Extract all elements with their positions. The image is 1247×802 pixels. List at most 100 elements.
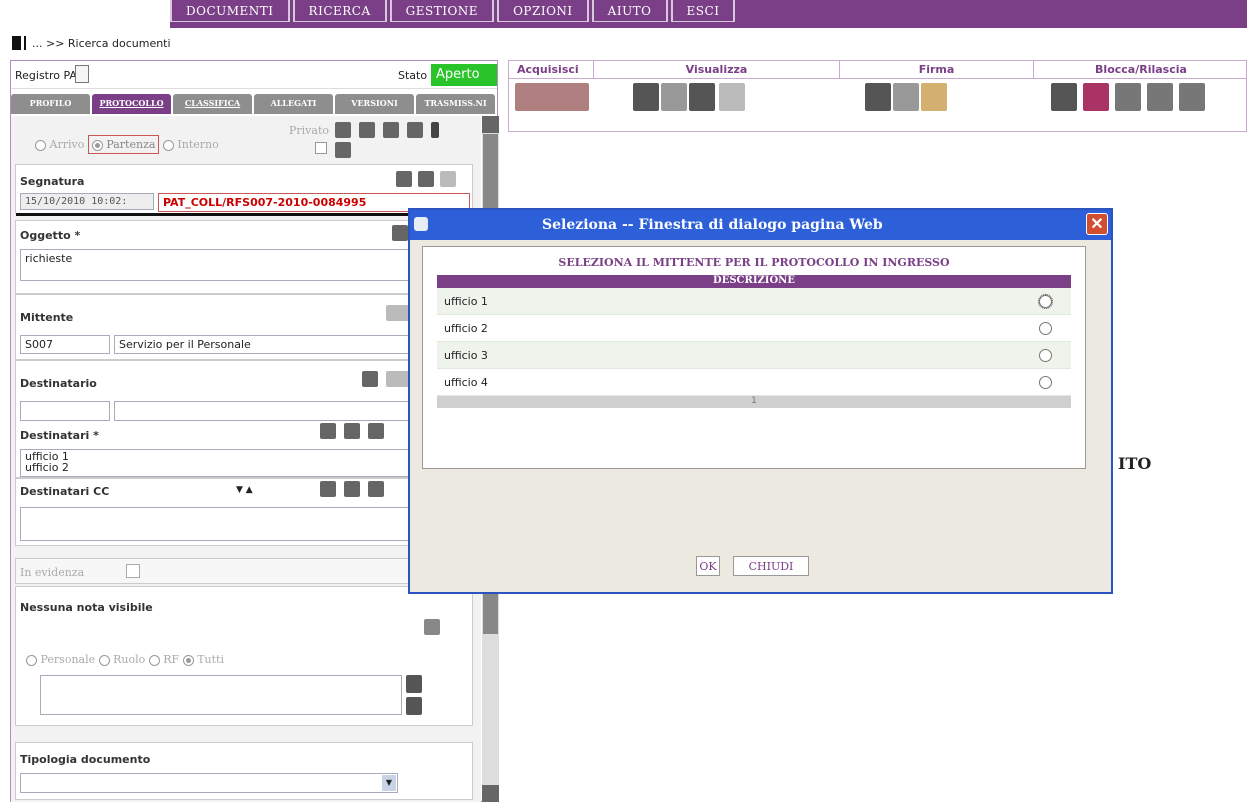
sender-table: DESCRIZIONE ufficio 1 ufficio 2 ufficio …: [437, 275, 1071, 408]
close-icon[interactable]: ✕: [1086, 213, 1108, 235]
scan-icon[interactable]: [515, 83, 589, 111]
radio-arrivo[interactable]: [35, 139, 46, 151]
row-label: ufficio 1: [444, 295, 488, 308]
ok-button[interactable]: OK: [696, 556, 720, 576]
note-textarea[interactable]: [40, 675, 402, 715]
view-icon[interactable]: [633, 83, 659, 111]
table-row[interactable]: ufficio 4: [437, 369, 1071, 396]
destinatario-section: Destinatario Destinatari * ufficio 1 uff…: [15, 360, 473, 478]
dialog-title: Seleziona -- Finestra di dialogo pagina …: [542, 217, 883, 233]
printer-icon[interactable]: [362, 371, 378, 387]
people-icon[interactable]: [320, 481, 336, 497]
radio-partenza[interactable]: [91, 139, 103, 151]
tab-profilo[interactable]: PROFILO: [11, 94, 90, 114]
tab-allegati[interactable]: ALLEGATI: [254, 94, 333, 114]
notes-icon[interactable]: [368, 481, 384, 497]
scope-tutti-label: Tutti: [197, 653, 224, 666]
binary-view-icon[interactable]: [689, 83, 715, 111]
tab-bar: PROFILO PROTOCOLLO CLASSIFICA ALLEGATI V…: [11, 94, 497, 114]
pagination[interactable]: 1: [437, 396, 1071, 408]
close-button[interactable]: CHIUDI: [733, 556, 809, 576]
table-row[interactable]: ufficio 2: [437, 315, 1071, 342]
radio-tutti[interactable]: [182, 654, 194, 666]
document-icon[interactable]: [75, 65, 89, 83]
tab-trasmissioni[interactable]: TRASMISS.NI: [416, 94, 495, 114]
menu-gestione[interactable]: GESTIONE: [389, 0, 495, 22]
users-icon[interactable]: [335, 122, 351, 138]
menu-aiuto[interactable]: AIUTO: [591, 0, 668, 22]
menu-documenti[interactable]: DOCUMENTI: [170, 0, 290, 22]
scroll-up-icon[interactable]: [406, 675, 422, 693]
menu-ricerca[interactable]: RICERCA: [292, 0, 387, 22]
notes-icon[interactable]: [424, 619, 440, 635]
collapse-panel-icon[interactable]: [12, 36, 26, 50]
scope-personale-label: Personale: [40, 653, 96, 666]
row-radio[interactable]: [1039, 322, 1052, 335]
segnatura-label: Segnatura: [20, 175, 85, 188]
table-row[interactable]: ufficio 3: [437, 342, 1071, 369]
destinatari-list[interactable]: ufficio 1 ufficio 2: [20, 449, 470, 477]
menu-opzioni[interactable]: OPZIONI: [497, 0, 589, 22]
background-text: ITO: [1118, 454, 1152, 473]
row-radio[interactable]: [1039, 376, 1052, 389]
group-icon[interactable]: [335, 142, 351, 158]
confirm-icon[interactable]: [1179, 83, 1205, 111]
preview-icon[interactable]: [661, 83, 687, 111]
at-icon[interactable]: [344, 423, 360, 439]
private-checkbox[interactable]: [315, 142, 327, 154]
at-icon[interactable]: [344, 481, 360, 497]
smartcard-icon[interactable]: [921, 83, 947, 111]
radio-ruolo[interactable]: [98, 654, 110, 666]
lock-icon[interactable]: [1051, 83, 1077, 111]
notes-icon[interactable]: [392, 225, 408, 241]
list-item[interactable]: ufficio 1: [25, 451, 465, 462]
destinatario-code[interactable]: [20, 401, 110, 421]
row-radio[interactable]: [1038, 294, 1053, 309]
mittente-section: Mittente S007 Servizio per il Personale: [15, 294, 473, 360]
tipologia-select[interactable]: [20, 773, 398, 793]
sign-icon[interactable]: [865, 83, 891, 111]
tab-protocollo[interactable]: PROTOCOLLO: [92, 94, 171, 114]
history-icon[interactable]: [719, 83, 745, 111]
copy-icon[interactable]: [418, 171, 434, 187]
tab-classifica[interactable]: CLASSIFICA: [173, 94, 252, 114]
envelope-icon[interactable]: [440, 171, 456, 187]
tab-versioni[interactable]: VERSIONI: [335, 94, 414, 114]
chevron-down-icon[interactable]: ▼: [382, 775, 396, 791]
printer-icon[interactable]: [396, 171, 412, 187]
address-book-icon[interactable]: [386, 371, 410, 387]
people-icon[interactable]: [320, 423, 336, 439]
checkin-icon[interactable]: [1115, 83, 1141, 111]
menu-esci[interactable]: ESCI: [670, 0, 736, 22]
toolbar-group-firma: Firma: [839, 61, 1033, 79]
radio-interno[interactable]: [162, 139, 174, 151]
toolbar-group-visualizza: Visualizza: [593, 61, 839, 79]
table-rows: ufficio 1 ufficio 2 ufficio 3 ufficio 4: [437, 288, 1071, 396]
destinatari-cc-field[interactable]: [20, 507, 470, 541]
scroll-down-icon[interactable]: [482, 785, 499, 802]
notes-icon[interactable]: [368, 423, 384, 439]
note-label: Nessuna nota visibile: [20, 601, 153, 614]
address-book-icon[interactable]: [386, 305, 410, 321]
mittente-code[interactable]: S007: [20, 335, 110, 354]
oggetto-field[interactable]: richieste: [20, 249, 470, 281]
mail-icon[interactable]: [359, 122, 375, 138]
scope-ruolo-label: Ruolo: [113, 653, 146, 666]
scroll-up-icon[interactable]: [482, 116, 499, 133]
radio-personale[interactable]: [26, 654, 37, 666]
sort-arrows-icon[interactable]: ▼ ▲: [236, 485, 253, 495]
cosign-icon[interactable]: [893, 83, 919, 111]
scroll-down-icon[interactable]: [406, 697, 422, 715]
table-row[interactable]: ufficio 1: [437, 288, 1071, 315]
pencil-icon[interactable]: [431, 122, 439, 138]
destinatari-cc-section: Destinatari CC ▼ ▲: [15, 478, 473, 546]
oggetto-section: Oggetto * richieste: [15, 220, 473, 294]
stamp-icon[interactable]: [407, 122, 423, 138]
row-radio[interactable]: [1039, 349, 1052, 362]
list-item[interactable]: ufficio 2: [25, 462, 465, 473]
radio-rf[interactable]: [148, 654, 160, 666]
checkout-icon[interactable]: [1083, 83, 1109, 111]
document-icon[interactable]: [383, 122, 399, 138]
in-evidenza-checkbox[interactable]: [126, 564, 140, 578]
cancel-checkout-icon[interactable]: [1147, 83, 1173, 111]
